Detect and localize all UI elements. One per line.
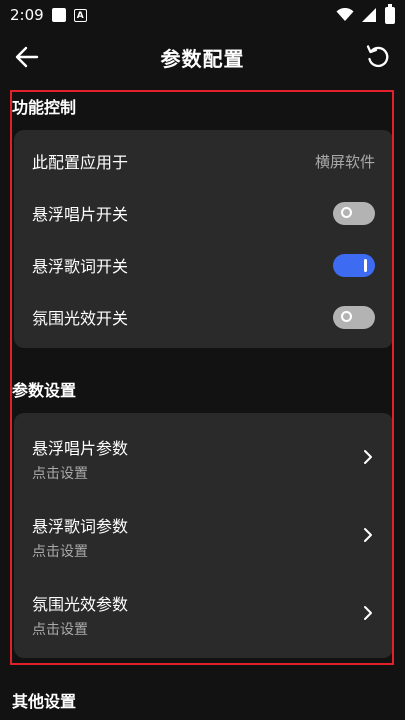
toggle-row-ambient-light[interactable]: 氛围光效开关: [14, 296, 393, 338]
page-title: 参数配置: [160, 46, 245, 71]
app-bar: 参数配置: [0, 30, 405, 84]
status-right: [336, 3, 395, 24]
apply-to-label: 此配置应用于: [32, 153, 129, 172]
nav-row-floating-record-params[interactable]: 悬浮唱片参数 点击设置: [14, 435, 393, 482]
floating-record-toggle[interactable]: [333, 201, 375, 225]
apply-to-row[interactable]: 此配置应用于 横屏软件: [14, 140, 393, 182]
notification-square-icon: [51, 8, 66, 22]
toggle-label-floating-record: 悬浮唱片开关: [32, 205, 129, 224]
toggle-row-floating-record[interactable]: 悬浮唱片开关: [14, 192, 393, 234]
nav-row-ambient-light-params[interactable]: 氛围光效参数 点击设置: [14, 591, 393, 638]
chevron-right-icon: [364, 528, 372, 542]
nav-title: 悬浮歌词参数: [32, 517, 129, 536]
ambient-light-toggle[interactable]: [333, 305, 375, 329]
toggle-knob: [341, 311, 352, 322]
floating-lyrics-toggle[interactable]: [333, 253, 375, 277]
chevron-right-icon: [364, 450, 372, 464]
status-bar: 2:09 A: [0, 0, 405, 30]
function-control-card: 此配置应用于 横屏软件 悬浮唱片开关 悬浮歌词开关 氛围光效开关: [14, 130, 393, 348]
chevron-right-icon: [364, 606, 372, 620]
back-arrow-icon[interactable]: [15, 46, 39, 68]
status-left: 2:09 A: [10, 6, 87, 24]
wifi-icon: [336, 8, 354, 21]
nav-title: 悬浮唱片参数: [32, 439, 129, 458]
toggle-knob: [364, 258, 367, 272]
reset-icon[interactable]: [365, 44, 391, 70]
cellular-signal-icon: [362, 8, 376, 22]
nav-subtitle: 点击设置: [32, 544, 88, 560]
nav-subtitle: 点击设置: [32, 466, 88, 482]
toggle-label-ambient-light: 氛围光效开关: [32, 309, 129, 328]
battery-icon: [385, 3, 395, 24]
nav-subtitle: 点击设置: [32, 622, 88, 638]
section-title-other-settings: 其他设置: [12, 692, 77, 711]
status-time: 2:09: [10, 6, 44, 24]
nav-row-floating-lyrics-params[interactable]: 悬浮歌词参数 点击设置: [14, 513, 393, 560]
apply-to-value: 横屏软件: [314, 152, 375, 171]
toggle-knob: [341, 207, 352, 218]
toggle-label-floating-lyrics: 悬浮歌词开关: [32, 257, 129, 276]
section-title-param-settings: 参数设置: [12, 381, 77, 400]
nav-title: 氛围光效参数: [32, 595, 129, 614]
toggle-row-floating-lyrics[interactable]: 悬浮歌词开关: [14, 244, 393, 286]
notification-a-icon: A: [73, 8, 87, 22]
param-settings-card: 悬浮唱片参数 点击设置 悬浮歌词参数 点击设置 氛围光效参数 点击设置: [14, 413, 393, 658]
section-title-function-control: 功能控制: [12, 98, 77, 117]
